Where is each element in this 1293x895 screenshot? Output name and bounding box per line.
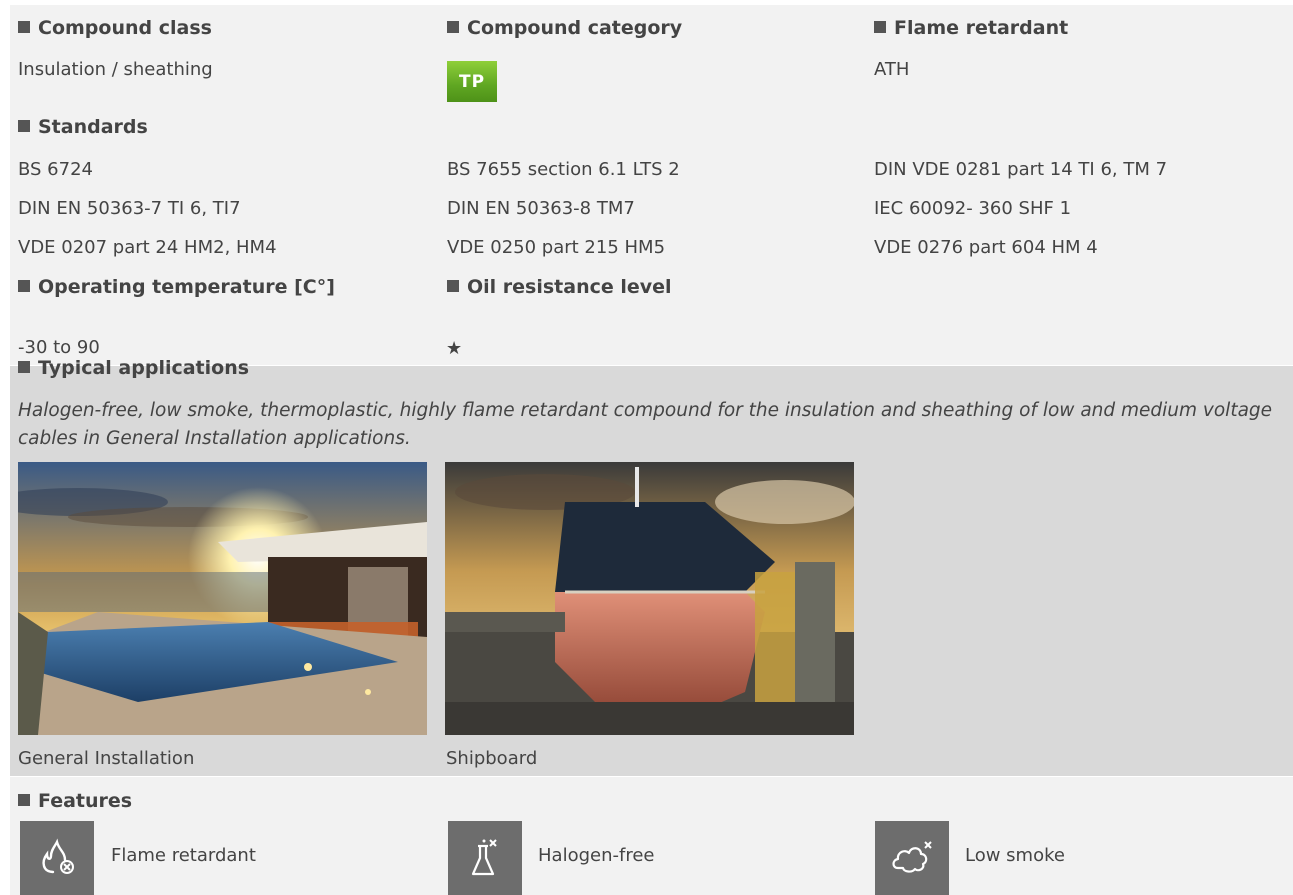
bullet-square-icon [874, 21, 886, 33]
standard-item: BS 6724 [18, 159, 93, 180]
bullet-square-icon [18, 280, 30, 292]
compound-class-heading: Compound class [18, 17, 212, 39]
flame-retardant-value: ATH [874, 59, 910, 80]
standard-item: DIN EN 50363-7 TI 6, TI7 [18, 198, 241, 219]
bullet-square-icon [447, 280, 459, 292]
flame-retardant-heading: Flame retardant [874, 17, 1068, 39]
flame-cross-icon [20, 821, 94, 895]
villa-pool-sunset-photo [18, 462, 427, 735]
cloud-cross-icon [875, 821, 949, 895]
bullet-square-icon [447, 21, 459, 33]
oil-resistance-heading: Oil resistance level [447, 276, 672, 298]
applications-heading: Typical applications [18, 357, 249, 379]
features-heading: Features [18, 790, 132, 812]
ship-drydock-photo [445, 462, 854, 735]
standard-item: DIN EN 50363-8 TM7 [447, 198, 635, 219]
feature-label: Halogen-free [538, 845, 655, 866]
operating-temperature-heading: Operating temperature [C°] [18, 276, 335, 298]
application-label: Shipboard [446, 748, 538, 769]
feature-label: Low smoke [965, 845, 1065, 866]
standard-item: IEC 60092- 360 SHF 1 [874, 198, 1072, 219]
compound-class-value: Insulation / sheathing [18, 59, 213, 80]
compound-category-heading: Compound category [447, 17, 682, 39]
standards-heading: Standards [18, 116, 148, 138]
bullet-square-icon [18, 361, 30, 373]
oil-resistance-star-icon: ★ [446, 338, 463, 359]
standard-item: VDE 0250 part 215 HM5 [447, 237, 666, 258]
operating-temperature-value: -30 to 90 [18, 337, 100, 358]
bullet-square-icon [18, 21, 30, 33]
bullet-square-icon [18, 794, 30, 806]
standard-item: VDE 0276 part 604 HM 4 [874, 237, 1098, 258]
applications-description: Halogen-free, low smoke, thermoplastic, … [18, 400, 1273, 449]
feature-label: Flame retardant [111, 845, 256, 866]
compound-category-badge: TP [447, 61, 497, 102]
application-label: General Installation [18, 748, 195, 769]
standard-item: DIN VDE 0281 part 14 TI 6, TM 7 [874, 159, 1168, 180]
standard-item: BS 7655 section 6.1 LTS 2 [447, 159, 680, 180]
bullet-square-icon [18, 120, 30, 132]
standard-item: VDE 0207 part 24 HM2, HM4 [18, 237, 277, 258]
flask-cross-icon [448, 821, 522, 895]
features-panel [10, 777, 1293, 895]
